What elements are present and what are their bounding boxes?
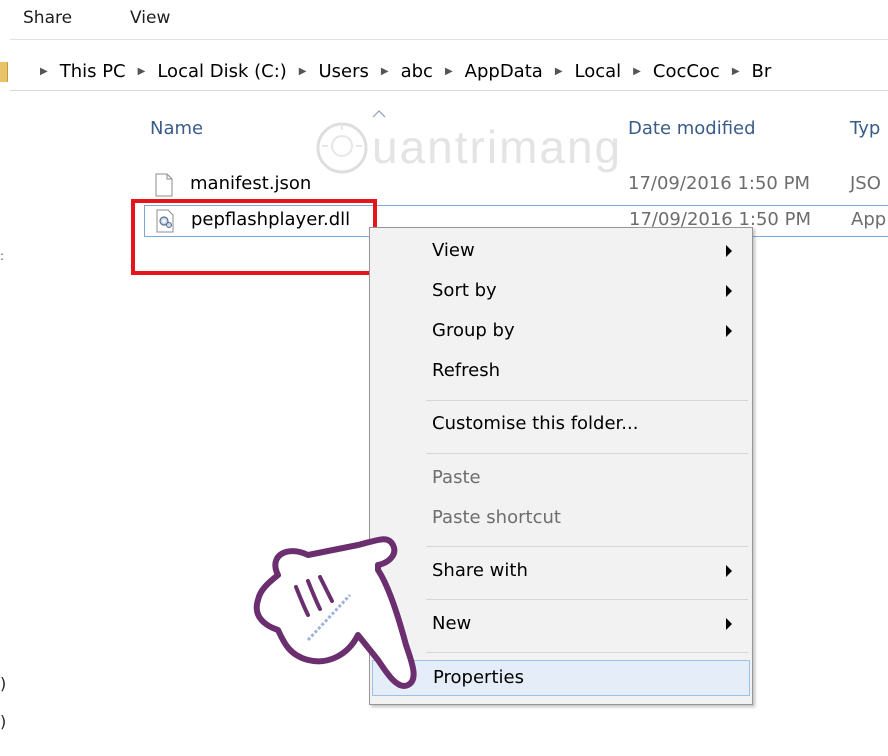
chevron-right-icon[interactable]: ▶ xyxy=(555,66,563,77)
file-row-manifest[interactable]: manifest.json 17/09/2016 1:50 PM JSO xyxy=(144,170,888,200)
submenu-arrow-icon xyxy=(726,618,732,630)
breadcrumb: ▶ This PC ▶ Local Disk (C:) ▶ Users ▶ ab… xyxy=(28,61,771,82)
menu-item-customise-folder[interactable]: Customise this folder... xyxy=(370,407,752,443)
menu-separator xyxy=(426,652,748,653)
menu-item-view[interactable]: View xyxy=(370,234,752,270)
menu-separator xyxy=(426,400,748,401)
menu-item-label: Group by xyxy=(432,320,515,341)
menu-item-properties[interactable]: Properties xyxy=(372,660,750,696)
chevron-right-icon[interactable]: ▶ xyxy=(381,66,389,77)
tab-share[interactable]: Share xyxy=(23,8,72,28)
document-icon xyxy=(155,173,173,197)
menu-item-label: Refresh xyxy=(432,360,500,381)
column-header-name[interactable]: Name xyxy=(150,118,203,139)
file-type: JSO xyxy=(850,173,881,194)
chevron-right-icon[interactable]: ▶ xyxy=(138,66,146,77)
ribbon: Share View xyxy=(0,0,888,40)
menu-item-label: Paste xyxy=(432,467,481,488)
file-date: 17/09/2016 1:50 PM xyxy=(628,173,810,194)
menu-item-label: Share with xyxy=(432,560,528,581)
menu-item-label: Sort by xyxy=(432,280,497,301)
menu-item-new[interactable]: New xyxy=(370,607,752,643)
submenu-arrow-icon xyxy=(726,285,732,297)
chevron-right-icon[interactable]: ▶ xyxy=(299,66,307,77)
menu-item-sort-by[interactable]: Sort by xyxy=(370,274,752,310)
column-header-date[interactable]: Date modified xyxy=(628,118,756,139)
menu-separator xyxy=(426,546,748,547)
address-bar[interactable]: ▶ This PC ▶ Local Disk (C:) ▶ Users ▶ ab… xyxy=(0,53,888,91)
breadcrumb-local-disk[interactable]: Local Disk (C:) xyxy=(157,61,286,82)
breadcrumb-appdata[interactable]: AppData xyxy=(465,61,543,82)
column-headers: Name Date modified Typ xyxy=(0,110,888,148)
nav-item-fragment[interactable]: ) xyxy=(0,674,6,693)
chevron-right-icon[interactable]: ▶ xyxy=(633,66,641,77)
context-menu: View Sort by Group by Refresh Customise … xyxy=(369,227,753,705)
submenu-arrow-icon xyxy=(726,325,732,337)
nav-item-fragment[interactable]: : xyxy=(0,249,4,263)
menu-separator xyxy=(426,453,748,454)
nav-item-fragment[interactable]: ) xyxy=(0,712,6,731)
breadcrumb-coccoc[interactable]: CocCoc xyxy=(653,61,720,82)
ribbon-divider xyxy=(10,39,888,40)
menu-item-share-with[interactable]: Share with xyxy=(370,554,752,590)
breadcrumb-users[interactable]: Users xyxy=(318,61,368,82)
breadcrumb-this-pc[interactable]: This PC xyxy=(60,61,126,82)
file-name: manifest.json xyxy=(190,173,312,194)
menu-item-label: New xyxy=(432,613,472,634)
menu-item-group-by[interactable]: Group by xyxy=(370,314,752,350)
highlight-box xyxy=(131,199,377,275)
chevron-right-icon[interactable]: ▶ xyxy=(732,66,740,77)
file-type: App xyxy=(851,209,887,230)
chevron-right-icon[interactable]: ▶ xyxy=(445,66,453,77)
menu-item-paste-shortcut: Paste shortcut xyxy=(370,501,752,537)
breadcrumb-abc[interactable]: abc xyxy=(401,61,433,82)
folder-icon xyxy=(0,62,8,82)
menu-item-label: Paste shortcut xyxy=(432,507,561,528)
breadcrumb-local[interactable]: Local xyxy=(575,61,622,82)
menu-item-label: Properties xyxy=(433,667,524,688)
submenu-arrow-icon xyxy=(726,565,732,577)
menu-item-refresh[interactable]: Refresh xyxy=(370,354,752,390)
sort-ascending-icon xyxy=(372,110,386,118)
menu-separator xyxy=(426,599,748,600)
submenu-arrow-icon xyxy=(726,245,732,257)
chevron-right-icon[interactable]: ▶ xyxy=(40,66,48,77)
breadcrumb-browser[interactable]: Br xyxy=(752,61,772,82)
address-divider xyxy=(10,90,888,91)
menu-item-label: View xyxy=(432,240,475,261)
tab-view[interactable]: View xyxy=(130,8,170,28)
menu-item-label: Customise this folder... xyxy=(432,413,639,434)
navigation-pane[interactable]: : ) ) xyxy=(0,92,120,756)
menu-item-paste: Paste xyxy=(370,461,752,497)
column-header-type[interactable]: Typ xyxy=(850,118,880,139)
